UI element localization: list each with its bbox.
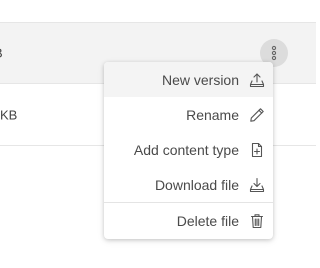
upload-icon xyxy=(249,72,265,88)
menu-item-new-version[interactable]: New version xyxy=(104,62,273,97)
file-plus-icon xyxy=(249,142,265,158)
menu-item-delete-file[interactable]: Delete file xyxy=(104,203,273,239)
menu-item-download-file[interactable]: Download file xyxy=(104,167,273,202)
file-size: KB xyxy=(0,107,18,122)
file-actions-menu: New version Rename Add content type Down… xyxy=(104,62,273,239)
menu-item-label: Add content type xyxy=(133,141,239,158)
file-list-page: B KB New version Rename xyxy=(0,0,316,268)
pencil-icon xyxy=(249,107,265,123)
download-icon xyxy=(249,177,265,193)
menu-item-rename[interactable]: Rename xyxy=(104,97,273,132)
menu-item-label: Rename xyxy=(186,106,239,123)
menu-item-label: Delete file xyxy=(176,213,239,229)
menu-item-label: New version xyxy=(161,71,239,88)
menu-item-label: Download file xyxy=(154,176,239,193)
menu-item-add-content-type[interactable]: Add content type xyxy=(104,132,273,167)
trash-icon xyxy=(249,213,265,229)
file-size: B xyxy=(0,46,3,61)
kebab-icon xyxy=(271,45,277,61)
